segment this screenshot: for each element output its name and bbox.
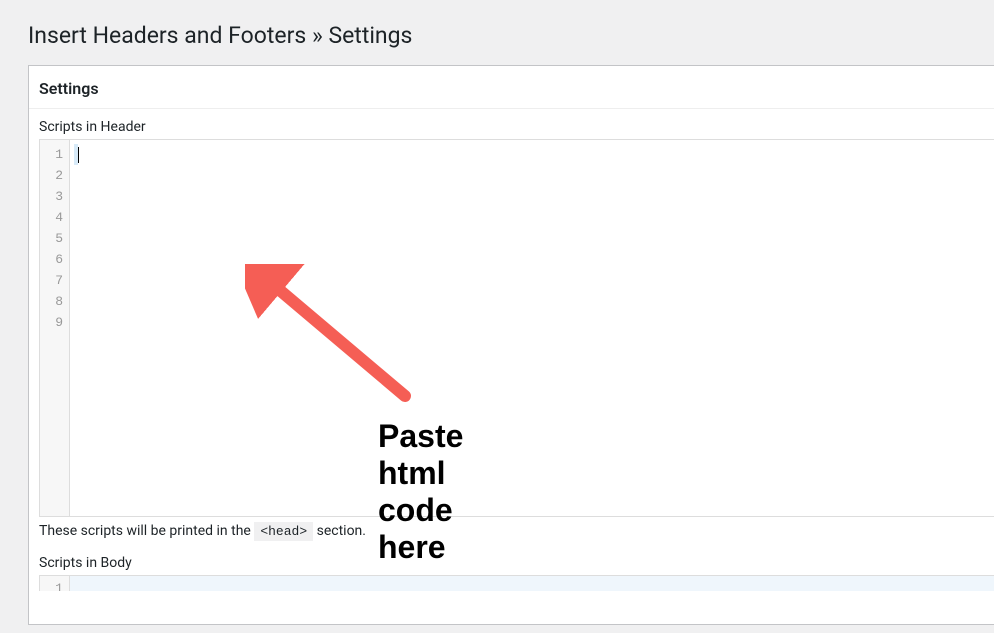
line-number: 1 [40,578,63,591]
header-scripts-label: Scripts in Header [39,119,994,135]
line-number: 4 [40,207,63,228]
panel-heading: Settings [29,66,994,109]
line-number: 8 [40,291,63,312]
header-scripts-section: Scripts in Header 1 2 3 4 5 6 7 8 9 T [29,109,994,539]
header-help-text: These scripts will be printed in the <he… [39,517,994,539]
body-code-area[interactable] [70,576,994,591]
help-prefix: These scripts will be printed in the [39,523,254,539]
header-scripts-editor[interactable]: 1 2 3 4 5 6 7 8 9 [39,139,994,517]
line-number: 7 [40,270,63,291]
help-code: <head> [254,522,313,541]
help-suffix: section. [313,523,366,539]
line-number: 3 [40,186,63,207]
line-number: 9 [40,312,63,333]
line-number: 6 [40,249,63,270]
line-number: 5 [40,228,63,249]
active-line [74,144,991,165]
text-cursor [78,147,79,163]
line-number: 2 [40,165,63,186]
header-code-area[interactable] [70,140,994,516]
body-scripts-label: Scripts in Body [39,555,994,571]
body-scripts-editor[interactable]: 1 [39,575,994,591]
header-gutter: 1 2 3 4 5 6 7 8 9 [40,140,70,516]
line-number: 1 [40,144,63,165]
page-title: Insert Headers and Footers » Settings [0,0,994,65]
body-scripts-section: Scripts in Body 1 [29,539,994,591]
settings-panel: Settings Scripts in Header 1 2 3 4 5 6 7… [28,65,994,625]
body-gutter: 1 [40,576,70,591]
